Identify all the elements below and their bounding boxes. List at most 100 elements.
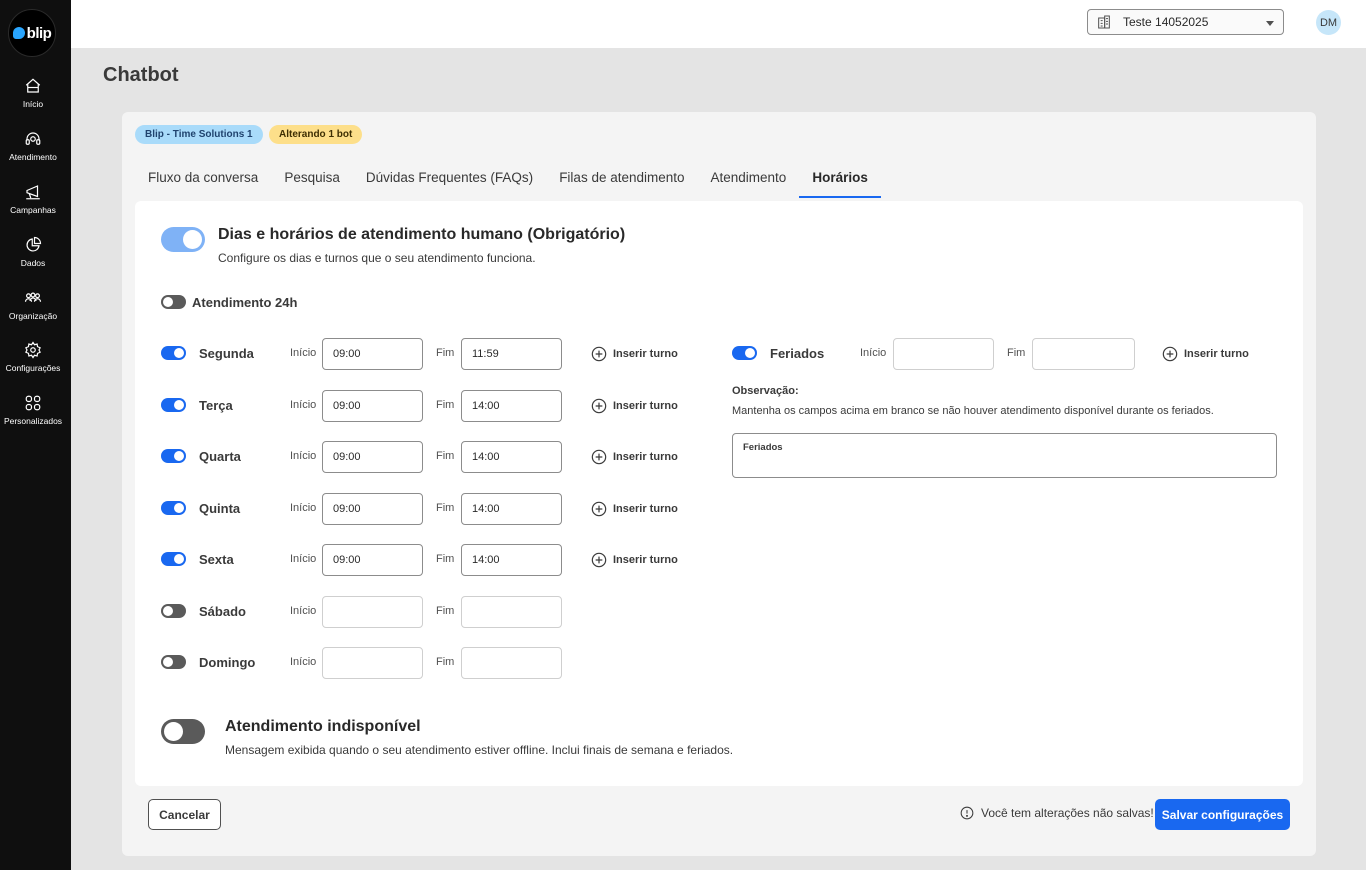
plus-circle-icon xyxy=(1162,346,1178,362)
tenant-select[interactable]: Teste 14052025 xyxy=(1087,9,1284,35)
sidebar-item-dados[interactable]: Dados xyxy=(0,236,66,268)
top-bar: Teste 14052025 DM xyxy=(71,0,1366,48)
day-start-input-segunda[interactable] xyxy=(322,338,423,370)
unavailable-toggle[interactable] xyxy=(161,719,205,744)
insert-shift-button-segunda[interactable]: Inserir turno xyxy=(591,346,678,362)
holidays-toggle[interactable] xyxy=(732,346,757,360)
unsaved-text: Você tem alterações não salvas! xyxy=(981,806,1154,820)
day-toggle-terca[interactable] xyxy=(161,398,186,412)
day-name-sexta: Sexta xyxy=(199,552,234,567)
sidebar-item-organizacao[interactable]: Organização xyxy=(0,289,66,321)
tab-pesquisa[interactable]: Pesquisa xyxy=(271,170,353,198)
day-toggle-quinta[interactable] xyxy=(161,501,186,515)
holidays-end-input[interactable] xyxy=(1032,338,1135,370)
toggle-knob xyxy=(174,451,184,461)
sidebar-item-label: Dados xyxy=(20,258,46,268)
chevron-down-icon xyxy=(1266,21,1274,26)
human-schedule-toggle[interactable] xyxy=(161,227,205,252)
insert-shift-button-sexta[interactable]: Inserir turno xyxy=(591,552,678,568)
insert-shift-label: Inserir turno xyxy=(1184,348,1249,360)
toggle-knob xyxy=(745,348,755,358)
day-end-input-domingo[interactable] xyxy=(461,647,562,679)
day-end-input-quarta[interactable] xyxy=(461,441,562,473)
day-end-label: Fim xyxy=(436,347,455,359)
sidebar-item-label: Personalizados xyxy=(3,416,63,426)
day-start-label: Início xyxy=(290,399,317,411)
sidebar-item-label: Configurações xyxy=(5,363,61,373)
day-start-label: Início xyxy=(290,502,317,514)
day-start-input-terca[interactable] xyxy=(322,390,423,422)
info-icon xyxy=(960,806,974,820)
tab-faqs[interactable]: Dúvidas Frequentes (FAQs) xyxy=(353,170,546,198)
cancel-button[interactable]: Cancelar xyxy=(148,799,221,830)
day-toggle-sabado[interactable] xyxy=(161,604,186,618)
holidays-start-input[interactable] xyxy=(893,338,994,370)
schedule-title: Dias e horários de atendimento humano (O… xyxy=(218,226,626,243)
gear-icon xyxy=(25,341,41,359)
status-badge: Alterando 1 bot xyxy=(269,125,363,144)
day-start-input-quinta[interactable] xyxy=(322,493,423,525)
day-toggle-domingo[interactable] xyxy=(161,655,186,669)
sidebar-item-inicio[interactable]: Início xyxy=(0,77,66,109)
tab-fluxo[interactable]: Fluxo da conversa xyxy=(135,170,271,198)
sidebar-item-campanhas[interactable]: Campanhas xyxy=(0,183,66,215)
day-end-input-terca[interactable] xyxy=(461,390,562,422)
holidays-end-label: Fim xyxy=(1007,347,1026,359)
toggle-knob xyxy=(163,606,173,616)
save-button[interactable]: Salvar configurações xyxy=(1155,799,1290,830)
toggle-knob xyxy=(174,503,184,513)
plus-circle-icon xyxy=(591,346,607,362)
holidays-field-label: Feriados xyxy=(743,442,783,453)
day-toggle-quarta[interactable] xyxy=(161,449,186,463)
day-start-label: Início xyxy=(290,553,317,565)
page-title: Chatbot xyxy=(103,64,179,86)
insert-shift-button-quinta[interactable]: Inserir turno xyxy=(591,501,678,517)
tab-horarios[interactable]: Horários xyxy=(799,170,881,198)
unavailable-title: Atendimento indisponível xyxy=(225,718,421,735)
insert-shift-label: Inserir turno xyxy=(613,348,678,360)
home-icon xyxy=(25,78,41,93)
day-end-input-quinta[interactable] xyxy=(461,493,562,525)
always-on-label: Atendimento 24h xyxy=(192,295,298,310)
tab-filas[interactable]: Filas de atendimento xyxy=(546,170,697,198)
day-start-input-sexta[interactable] xyxy=(322,544,423,576)
insert-shift-label: Inserir turno xyxy=(613,554,678,566)
insert-shift-button-terca[interactable]: Inserir turno xyxy=(591,398,678,414)
day-toggle-segunda[interactable] xyxy=(161,346,186,360)
day-end-input-sabado[interactable] xyxy=(461,596,562,628)
logo-text: blip xyxy=(26,24,52,42)
toggle-knob xyxy=(174,554,184,564)
sidebar-item-personalizados[interactable]: Personalizados xyxy=(0,394,66,426)
day-start-input-sabado[interactable] xyxy=(322,596,423,628)
toggle-knob xyxy=(174,348,184,358)
main-card: Blip - Time Solutions 1 Alterando 1 bot … xyxy=(122,112,1316,856)
unsaved-warning: Você tem alterações não salvas! xyxy=(960,806,1154,820)
insert-shift-label: Inserir turno xyxy=(613,400,678,412)
pie-chart-icon xyxy=(26,236,42,252)
avatar[interactable]: DM xyxy=(1316,10,1341,35)
day-end-input-sexta[interactable] xyxy=(461,544,562,576)
day-start-label: Início xyxy=(290,450,317,462)
toggle-knob xyxy=(164,722,183,741)
day-end-label: Fim xyxy=(436,450,455,462)
holidays-insert-shift-button[interactable]: Inserir turno xyxy=(1162,346,1249,362)
day-toggle-sexta[interactable] xyxy=(161,552,186,566)
day-start-input-domingo[interactable] xyxy=(322,647,423,679)
schedule-panel: Dias e horários de atendimento humano (O… xyxy=(135,201,1303,786)
tab-atendimento[interactable]: Atendimento xyxy=(698,170,800,198)
blip-logo[interactable]: blip xyxy=(8,9,56,57)
day-end-label: Fim xyxy=(436,656,455,668)
day-start-input-quarta[interactable] xyxy=(322,441,423,473)
day-start-label: Início xyxy=(290,656,317,668)
sidebar-item-atendimento[interactable]: Atendimento xyxy=(0,130,66,162)
tabs: Fluxo da conversa Pesquisa Dúvidas Frequ… xyxy=(135,170,881,198)
insert-shift-button-quarta[interactable]: Inserir turno xyxy=(591,449,678,465)
day-end-input-segunda[interactable] xyxy=(461,338,562,370)
toggle-knob xyxy=(183,230,202,249)
day-name-terca: Terça xyxy=(199,398,233,413)
sidebar-item-configuracoes[interactable]: Configurações xyxy=(0,341,66,373)
tenant-label: Teste 14052025 xyxy=(1123,15,1209,29)
always-on-toggle[interactable] xyxy=(161,295,186,309)
holidays-message-field[interactable]: Feriados xyxy=(732,433,1277,478)
day-name-sabado: Sábado xyxy=(199,604,246,619)
